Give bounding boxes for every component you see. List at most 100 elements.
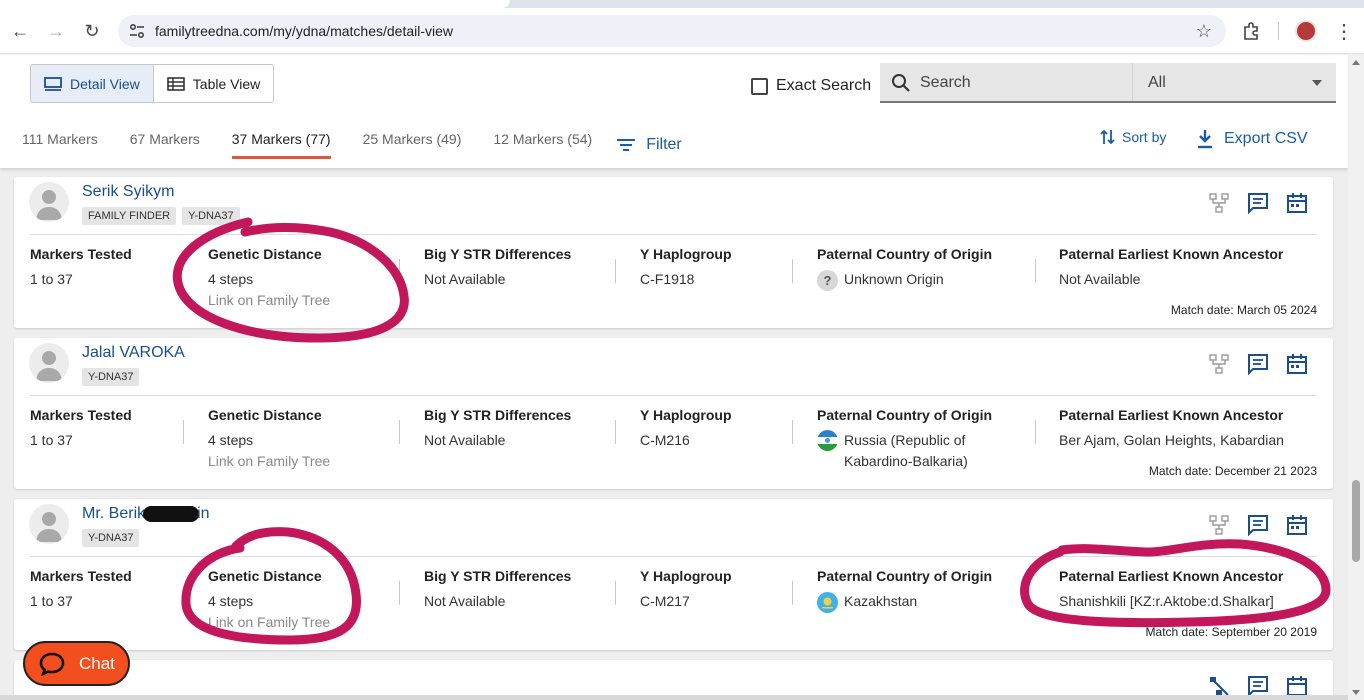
exact-search-checkbox[interactable]: Exact Search [751,77,871,95]
notes-icon[interactable] [1247,192,1269,215]
site-settings-icon[interactable] [128,22,146,40]
table-view-button[interactable]: Table View [153,65,274,102]
filter-label: Filter [646,136,682,153]
match-name-suffix[interactable]: in [197,505,209,522]
country-column: Paternal Country of Origin Russia (Repub… [817,407,1017,472]
browser-menu-icon[interactable]: ⋮ [1334,19,1354,44]
genetic-distance-value[interactable]: 4 steps [208,591,330,612]
question-mark-icon: ? [817,269,838,291]
bookmark-star-icon[interactable]: ☆ [1196,21,1212,42]
match-name[interactable]: Mr. Berik in [82,505,210,523]
avatar[interactable] [29,182,69,222]
genetic-distance-label: Genetic Distance [208,246,322,262]
calendar-icon[interactable] [1286,675,1308,697]
family-tree-icon[interactable] [1208,192,1230,214]
search-field[interactable]: Search All [880,63,1336,103]
markers-tested-value: 1 to 37 [30,271,73,287]
detail-view-button[interactable]: Detail View [31,65,154,102]
browser-toolbar: ← → ↻ familytreedna.com/my/ydna/matches/… [0,8,1364,54]
calendar-icon[interactable] [1286,514,1308,536]
country-column: Paternal Country of Origin Kazakhstan [817,568,1027,613]
reload-icon[interactable]: ↻ [80,19,104,43]
search-icon [892,74,910,92]
page-scrollbar[interactable] [1348,55,1364,700]
extensions-puzzle-icon[interactable] [1241,20,1263,42]
markers-tested-label: Markers Tested [30,246,132,262]
markers-tested-label: Markers Tested [30,407,132,423]
notes-icon[interactable] [1247,514,1269,537]
active-browser-tab[interactable] [0,0,510,8]
column-separator [1035,420,1036,444]
address-bar[interactable]: familytreedna.com/my/ydna/matches/detail… [118,15,1226,47]
link-on-family-tree[interactable]: Link on Family Tree [208,612,330,633]
back-arrow-icon[interactable]: ← [8,19,32,43]
match-card-partial [14,660,1333,700]
link-on-family-tree[interactable]: Link on Family Tree [208,451,330,472]
column-separator [792,420,793,444]
sort-by-label: Sort by [1122,129,1167,145]
markers-tested-column: Markers Tested 1 to 37 [30,407,132,451]
tab-37-markers[interactable]: 37 Markers (77) [231,131,331,159]
marker-tabs: 111 Markers 67 Markers 37 Markers (77) 2… [22,131,682,159]
ancestor-label: Paternal Earliest Known Ancestor [1059,407,1284,423]
markers-tested-value: 1 to 37 [30,593,73,609]
export-csv-label: Export CSV [1224,130,1308,147]
family-tree-icon[interactable] [1208,353,1230,375]
calendar-icon[interactable] [1286,192,1308,214]
notes-icon[interactable] [1247,675,1269,698]
search-input[interactable]: Search [920,74,971,92]
scroll-down-arrow-icon[interactable] [1352,690,1360,695]
big-y-label: Big Y STR Differences [424,568,572,584]
genetic-distance-value[interactable]: 4 steps [208,269,330,290]
ancestor-column: Paternal Earliest Known Ancestor Ber Aja… [1059,407,1284,451]
haplogroup-column: Y Haplogroup C-M216 [640,407,732,451]
scroll-up-arrow-icon[interactable] [1352,60,1360,65]
tab-67-markers[interactable]: 67 Markers [130,131,200,159]
filter-button[interactable]: Filter [616,131,682,159]
forward-arrow-icon[interactable]: → [44,19,68,43]
match-date: Match date: March 05 2024 [1170,303,1317,317]
toolbar-separator [1278,22,1279,40]
country-value: Russia (Republic of Kabardino-Balkaria) [817,430,1017,472]
match-name[interactable]: Serik Syikym [82,183,174,201]
sort-by-button[interactable]: Sort by [1100,128,1166,146]
scrollbar-thumb[interactable] [1352,480,1360,562]
match-name-visible[interactable]: Mr. Berik [82,505,145,522]
big-y-column: Big Y STR Differences Not Available [424,407,571,451]
person-silhouette-icon [36,512,62,542]
card-actions [1208,353,1308,376]
country-label: Paternal Country of Origin [817,407,993,423]
url-text[interactable]: familytreedna.com/my/ydna/matches/detail… [155,23,453,39]
export-csv-button[interactable]: Export CSV [1196,129,1308,149]
avatar[interactable] [29,343,69,383]
avatar[interactable] [29,504,69,544]
tab-111-markers[interactable]: 111 Markers [22,131,98,159]
download-icon [1198,130,1212,149]
link-on-family-tree[interactable]: Link on Family Tree [208,290,330,311]
checkbox-box[interactable] [751,77,768,95]
ancestor-column: Paternal Earliest Known Ancestor Shanish… [1059,568,1283,612]
family-tree-icon[interactable] [1208,514,1230,536]
match-name[interactable]: Jalal VAROKA [82,344,185,362]
chevron-down-icon[interactable] [1312,80,1322,86]
notes-icon[interactable] [1247,353,1269,376]
haplogroup-label: Y Haplogroup [640,407,732,423]
family-tree-icon[interactable] [1208,675,1230,697]
column-separator [792,581,793,605]
tab-25-markers[interactable]: 25 Markers (49) [363,131,462,159]
search-scope-select[interactable]: All [1148,74,1166,92]
column-separator [615,420,616,444]
badge-family-finder: FAMILY FINDER [82,207,177,225]
chat-label: Chat [79,653,115,673]
column-separator [615,259,616,283]
kabardino-balkaria-flag-icon [817,430,838,451]
test-badges: Y-DNA37 [82,529,140,547]
chat-button[interactable]: Chat [23,641,130,686]
chat-bubble-icon [39,652,65,676]
big-y-value: Not Available [424,271,506,287]
genetic-distance-label: Genetic Distance [208,568,322,584]
genetic-distance-value[interactable]: 4 steps [208,430,330,451]
calendar-icon[interactable] [1286,353,1308,375]
tab-12-markers[interactable]: 12 Markers (54) [493,131,592,159]
profile-avatar[interactable] [1295,20,1317,42]
